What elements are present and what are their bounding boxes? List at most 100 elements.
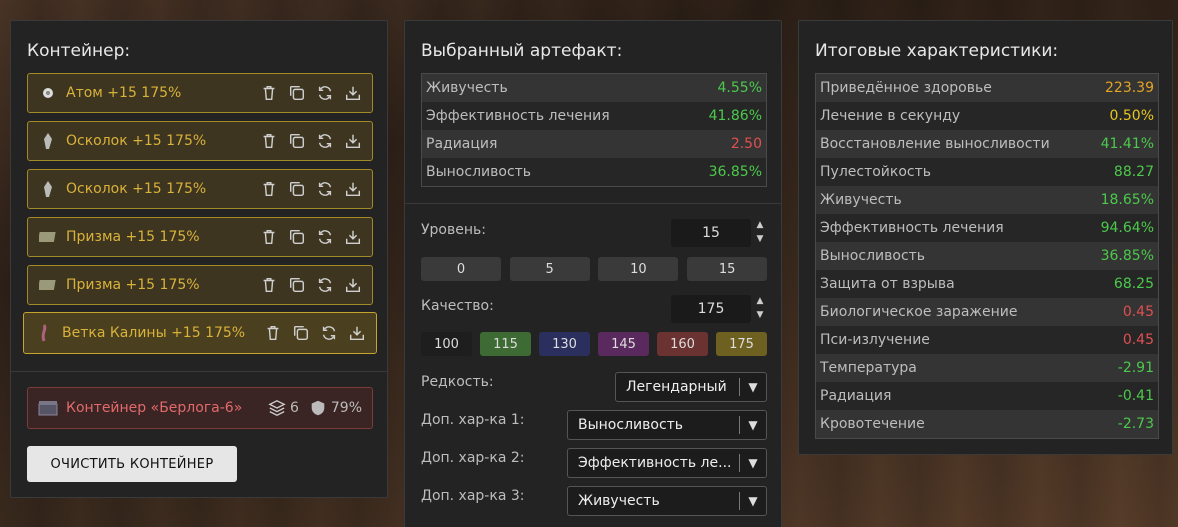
stat-value: 36.85% (1100, 248, 1154, 264)
atom-icon (38, 83, 58, 103)
extra1-select[interactable]: Выносливость ▼ (567, 410, 767, 440)
quality-preset-button[interactable]: 175 (716, 332, 767, 356)
extra1-label: Доп. хар-ка 1: (421, 412, 525, 428)
download-icon[interactable] (344, 180, 362, 198)
stat-row: Выносливость 36.85% (422, 158, 766, 186)
stat-value: -2.91 (1117, 360, 1154, 376)
download-icon[interactable] (344, 228, 362, 246)
artifact-actions (260, 84, 362, 102)
quality-input[interactable]: 175 (671, 295, 751, 323)
artifact-actions (260, 276, 362, 294)
trash-icon[interactable] (260, 276, 278, 294)
download-icon[interactable] (348, 324, 366, 342)
selected-title: Выбранный артефакт: (421, 41, 623, 61)
stat-value: 36.85% (708, 164, 762, 180)
refresh-icon[interactable] (316, 228, 334, 246)
extra1-value: Выносливость (578, 417, 684, 433)
stat-name: Пси-излучение (820, 332, 930, 348)
stat-row: Пси-излучение 0.45 (816, 326, 1158, 354)
level-preset-button[interactable]: 10 (598, 257, 679, 281)
totals-table: Приведённое здоровье 223.39 Лечение в секу… (815, 73, 1159, 439)
rarity-select[interactable]: Легендарный ▼ (615, 372, 767, 402)
layers-icon (268, 400, 286, 416)
artifact-item[interactable]: Призма +15 175% (27, 217, 373, 257)
refresh-icon[interactable] (316, 132, 334, 150)
copy-icon[interactable] (288, 228, 306, 246)
artifact-name: Ветка Калины +15 175% (62, 325, 246, 341)
trash-icon[interactable] (264, 324, 282, 342)
artifact-item[interactable]: Атом +15 175% (27, 73, 373, 113)
download-icon[interactable] (344, 84, 362, 102)
artifact-actions (260, 180, 362, 198)
protection-value: 79% (330, 400, 362, 416)
stat-name: Эффективность лечения (426, 108, 610, 124)
download-icon[interactable] (344, 276, 362, 294)
stat-name: Выносливость (820, 248, 926, 264)
download-icon[interactable] (344, 132, 362, 150)
level-preset-button[interactable]: 0 (421, 257, 501, 281)
stat-value: 0.45 (1122, 304, 1154, 320)
shield-icon (311, 400, 325, 416)
chest-icon (38, 398, 58, 418)
divider (405, 203, 781, 204)
stat-value: 94.64% (1100, 220, 1154, 236)
prism-icon (38, 275, 58, 295)
quality-preset-button[interactable]: 130 (539, 332, 590, 356)
artifact-item[interactable]: Призма +15 175% (27, 265, 373, 305)
extra3-select[interactable]: Живучесть ▼ (567, 486, 767, 516)
stat-name: Радиация (426, 136, 498, 152)
quality-preset-button[interactable]: 160 (657, 332, 708, 356)
totals-title: Итоговые характеристики: (815, 41, 1059, 61)
stat-value: 223.39 (1105, 80, 1154, 96)
stat-value: 4.55% (717, 80, 762, 96)
artifact-name: Призма +15 175% (66, 229, 200, 245)
stat-value: 88.27 (1113, 164, 1154, 180)
stat-name: Защита от взрыва (820, 276, 955, 292)
artifact-item[interactable]: Осколок +15 175% (27, 121, 373, 161)
stat-value: 68.25 (1113, 276, 1154, 292)
level-preset-button[interactable]: 5 (509, 257, 590, 281)
refresh-icon[interactable] (320, 324, 338, 342)
level-preset-button[interactable]: 15 (687, 257, 768, 281)
stat-row: Биологическое заражение 0.45 (816, 298, 1158, 326)
quality-preset-button[interactable]: 115 (480, 332, 531, 356)
trash-icon[interactable] (260, 180, 278, 198)
stat-row: Пулестойкость 88.27 (816, 158, 1158, 186)
trash-icon[interactable] (260, 84, 278, 102)
selected-artifact-panel: Выбранный артефакт: Живучесть 4.55% Эффект… (404, 20, 782, 527)
quality-up-icon[interactable]: ▲ (755, 296, 765, 306)
trash-icon[interactable] (260, 228, 278, 246)
quality-preset-button[interactable]: 145 (598, 332, 649, 356)
refresh-icon[interactable] (316, 276, 334, 294)
copy-icon[interactable] (292, 324, 310, 342)
artifact-item[interactable]: Ветка Калины +15 175% (23, 312, 377, 354)
artifact-item[interactable]: Осколок +15 175% (27, 169, 373, 209)
trash-icon[interactable] (260, 132, 278, 150)
stat-row: Кровотечение -2.73 (816, 410, 1158, 438)
stat-row: Приведённое здоровье 223.39 (816, 74, 1158, 102)
level-down-icon[interactable]: ▼ (755, 234, 765, 244)
shard-icon (38, 131, 58, 151)
level-input[interactable]: 15 (671, 219, 751, 247)
refresh-icon[interactable] (316, 84, 334, 102)
quality-down-icon[interactable]: ▼ (755, 310, 765, 320)
clear-container-button[interactable]: ОЧИСТИТЬ КОНТЕЙНЕР (27, 446, 237, 482)
artifact-name: Осколок +15 175% (66, 181, 207, 197)
selected-stats-table: Живучесть 4.55% Эффективность лечения 41.86… (421, 73, 767, 187)
container-item[interactable]: Контейнер «Берлога-6» 6 79% (27, 387, 373, 429)
copy-icon[interactable] (288, 276, 306, 294)
stat-value: 0.45 (1122, 332, 1154, 348)
copy-icon[interactable] (288, 132, 306, 150)
stat-row: Радиация -0.41 (816, 382, 1158, 410)
copy-icon[interactable] (288, 180, 306, 198)
level-up-icon[interactable]: ▲ (755, 220, 765, 230)
stat-row: Радиация 2.50 (422, 130, 766, 158)
quality-preset-button[interactable]: 100 (421, 332, 472, 356)
extra2-select[interactable]: Эффективность ле... ▼ (567, 448, 767, 478)
copy-icon[interactable] (288, 84, 306, 102)
stat-row: Живучесть 18.65% (816, 186, 1158, 214)
chevron-down-icon: ▼ (748, 418, 758, 432)
refresh-icon[interactable] (316, 180, 334, 198)
protection-stat: 79% (309, 399, 362, 417)
stat-name: Приведённое здоровье (820, 80, 992, 96)
